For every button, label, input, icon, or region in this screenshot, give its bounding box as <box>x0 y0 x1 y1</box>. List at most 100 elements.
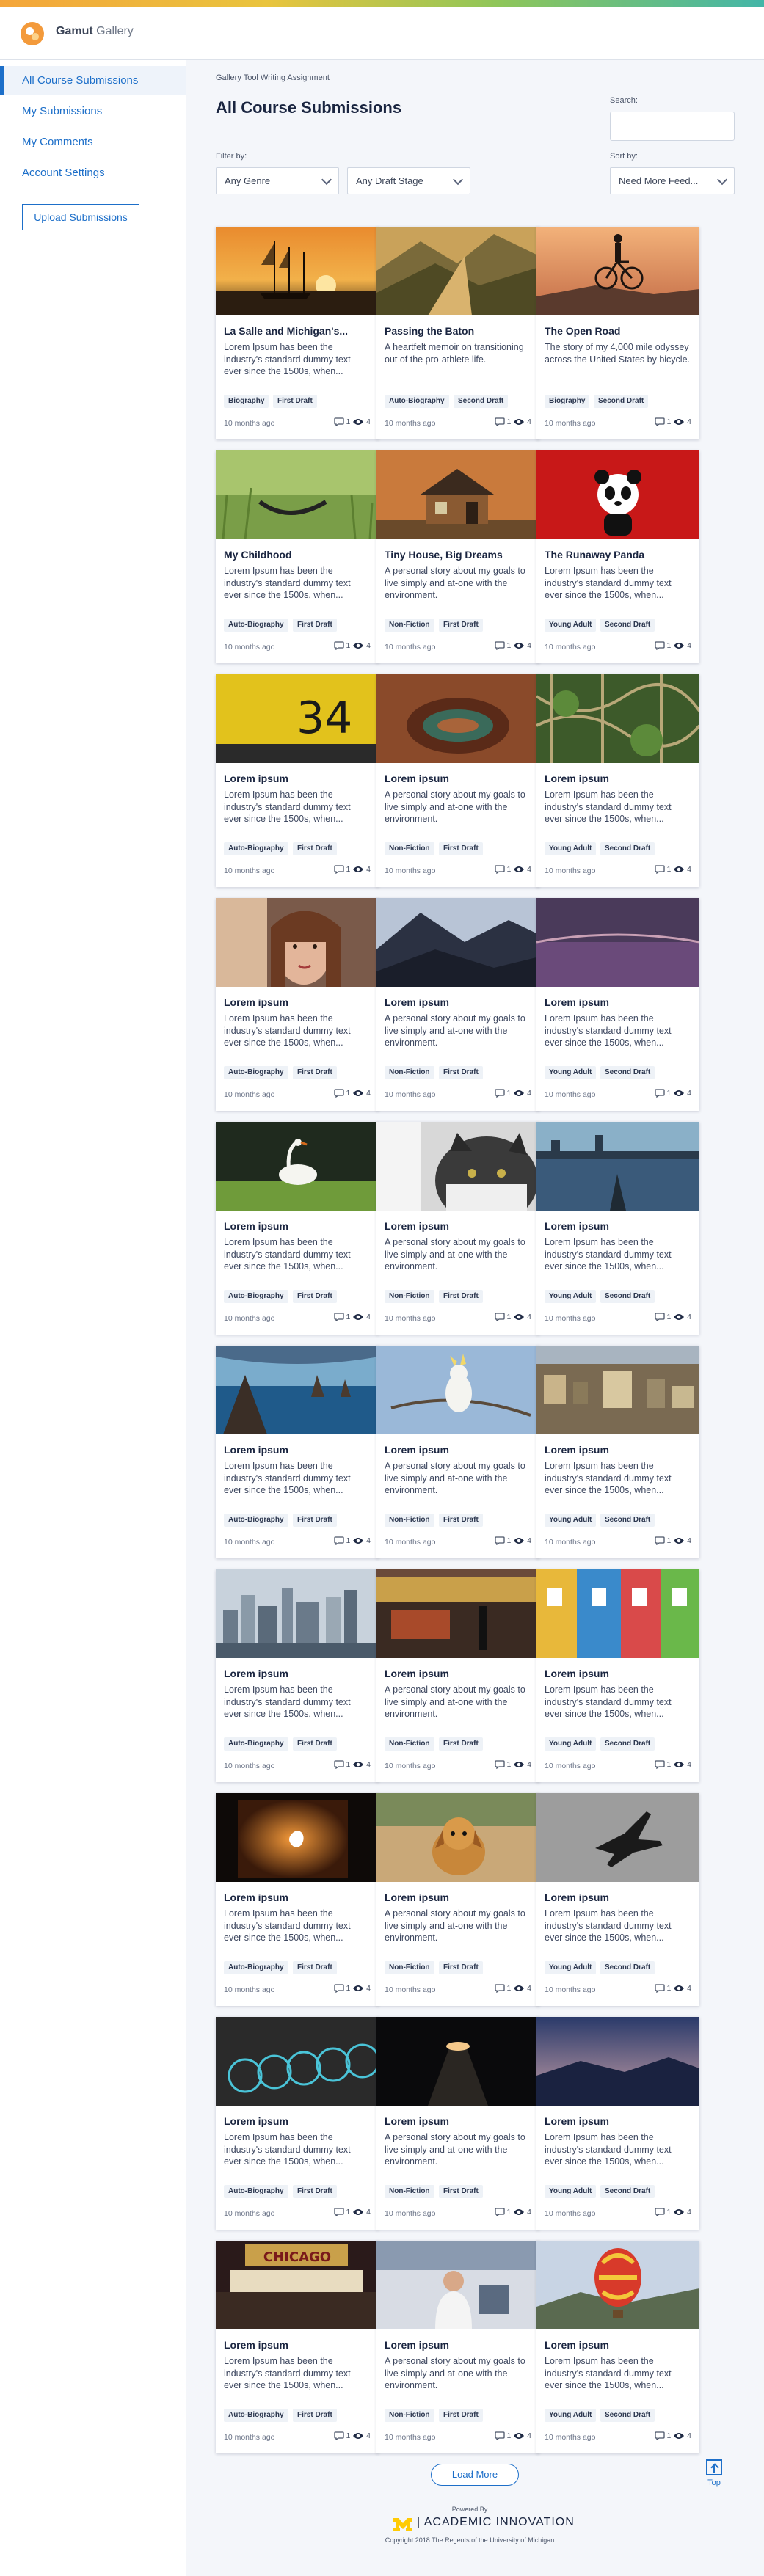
thumbnail-image[interactable] <box>536 2017 699 2106</box>
thumbnail-image[interactable] <box>376 1569 539 1658</box>
thumbnail-image[interactable] <box>216 227 379 315</box>
submission-card[interactable]: 34 Lorem ipsum Lorem Ipsum has been the in… <box>216 674 379 887</box>
thumbnail-image[interactable] <box>216 1346 379 1434</box>
submission-card[interactable]: Lorem ipsum Lorem Ipsum has been the indu… <box>216 1346 379 1558</box>
submission-card[interactable]: Lorem ipsum A personal story about my goa… <box>376 674 539 887</box>
card-title[interactable]: Lorem ipsum <box>224 2339 371 2351</box>
card-title[interactable]: Lorem ipsum <box>385 996 531 1008</box>
card-title[interactable]: La Salle and Michigan's... <box>224 325 371 337</box>
thumbnail-image[interactable] <box>536 450 699 539</box>
submission-card[interactable]: Tiny House, Big Dreams A personal story a… <box>376 450 539 663</box>
card-title[interactable]: Tiny House, Big Dreams <box>385 549 531 561</box>
sidebar-item-my-submissions[interactable]: My Submissions <box>0 97 186 126</box>
submission-card[interactable]: Lorem ipsum Lorem Ipsum has been the indu… <box>216 1122 379 1335</box>
submission-card[interactable]: Lorem ipsum A personal story about my goa… <box>376 1569 539 1782</box>
thumbnail-image[interactable] <box>376 1122 539 1211</box>
card-title[interactable]: Passing the Baton <box>385 325 531 337</box>
back-to-top-link[interactable]: Top <box>703 2459 725 2487</box>
submission-card[interactable]: Lorem ipsum A personal story about my goa… <box>376 1122 539 1335</box>
card-title[interactable]: Lorem ipsum <box>545 1220 691 1232</box>
card-title[interactable]: Lorem ipsum <box>224 1444 371 1456</box>
submission-card[interactable]: CHICAGO Lorem ipsum Lorem Ipsum has been t… <box>216 2241 379 2453</box>
submission-card[interactable]: Passing the Baton A heartfelt memoir on t… <box>376 227 539 439</box>
submission-card[interactable]: Lorem ipsum Lorem Ipsum has been the indu… <box>536 1793 699 2006</box>
card-title[interactable]: Lorem ipsum <box>385 773 531 784</box>
thumbnail-image[interactable]: CHICAGO <box>216 2241 379 2329</box>
card-title[interactable]: Lorem ipsum <box>385 1220 531 1232</box>
sidebar-item-my-comments[interactable]: My Comments <box>0 128 186 157</box>
submission-card[interactable]: Lorem ipsum Lorem Ipsum has been the indu… <box>536 1122 699 1335</box>
thumbnail-image[interactable] <box>536 1346 699 1434</box>
card-title[interactable]: Lorem ipsum <box>545 2115 691 2127</box>
thumbnail-image[interactable] <box>376 898 539 987</box>
thumbnail-image[interactable] <box>536 227 699 315</box>
submission-card[interactable]: La Salle and Michigan's... Lorem Ipsum ha… <box>216 227 379 439</box>
thumbnail-image[interactable] <box>216 450 379 539</box>
card-title[interactable]: Lorem ipsum <box>224 1220 371 1232</box>
sidebar-item-account-settings[interactable]: Account Settings <box>0 158 186 188</box>
submission-card[interactable]: Lorem ipsum Lorem Ipsum has been the indu… <box>536 1346 699 1558</box>
card-title[interactable]: The Open Road <box>545 325 691 337</box>
sidebar-item-all-submissions[interactable]: All Course Submissions <box>0 66 186 95</box>
search-input[interactable] <box>610 112 735 141</box>
submission-card[interactable]: Lorem ipsum Lorem Ipsum has been the indu… <box>536 1569 699 1782</box>
thumbnail-image[interactable] <box>376 674 539 763</box>
thumbnail-image[interactable] <box>216 898 379 987</box>
draft-stage-select[interactable]: Any Draft Stage <box>347 167 470 194</box>
submission-card[interactable]: Lorem ipsum Lorem Ipsum has been the indu… <box>536 898 699 1111</box>
card-title[interactable]: The Runaway Panda <box>545 549 691 561</box>
thumbnail-image[interactable] <box>216 1793 379 1882</box>
card-title[interactable]: Lorem ipsum <box>545 1668 691 1679</box>
gamut-logo-icon[interactable] <box>21 22 44 45</box>
card-title[interactable]: Lorem ipsum <box>224 1668 371 1679</box>
card-title[interactable]: Lorem ipsum <box>385 1444 531 1456</box>
thumbnail-image[interactable] <box>376 450 539 539</box>
submission-card[interactable]: Lorem ipsum A personal story about my goa… <box>376 1793 539 2006</box>
submission-card[interactable]: My Childhood Lorem Ipsum has been the ind… <box>216 450 379 663</box>
card-title[interactable]: Lorem ipsum <box>385 2339 531 2351</box>
thumbnail-image[interactable] <box>536 1793 699 1882</box>
submission-card[interactable]: Lorem ipsum Lorem Ipsum has been the indu… <box>536 2241 699 2453</box>
card-title[interactable]: Lorem ipsum <box>224 996 371 1008</box>
genre-select[interactable]: Any Genre <box>216 167 339 194</box>
thumbnail-image[interactable] <box>376 227 539 315</box>
sort-select[interactable]: Need More Feed... <box>610 167 735 194</box>
thumbnail-image[interactable] <box>536 898 699 987</box>
thumbnail-image[interactable]: 34 <box>216 674 379 763</box>
thumbnail-image[interactable] <box>216 1122 379 1211</box>
card-title[interactable]: Lorem ipsum <box>224 2115 371 2127</box>
thumbnail-image[interactable] <box>376 1346 539 1434</box>
load-more-button[interactable]: Load More <box>431 2464 519 2486</box>
submission-card[interactable]: Lorem ipsum Lorem Ipsum has been the indu… <box>216 1569 379 1782</box>
card-title[interactable]: Lorem ipsum <box>385 1891 531 1903</box>
card-title[interactable]: Lorem ipsum <box>545 996 691 1008</box>
submission-card[interactable]: Lorem ipsum A personal story about my goa… <box>376 2017 539 2230</box>
upload-submissions-button[interactable]: Upload Submissions <box>22 204 139 230</box>
card-title[interactable]: Lorem ipsum <box>224 1891 371 1903</box>
thumbnail-image[interactable] <box>216 1569 379 1658</box>
thumbnail-image[interactable] <box>216 2017 379 2106</box>
submission-card[interactable]: Lorem ipsum Lorem Ipsum has been the indu… <box>216 2017 379 2230</box>
submission-card[interactable]: Lorem ipsum Lorem Ipsum has been the indu… <box>536 674 699 887</box>
card-title[interactable]: Lorem ipsum <box>385 1668 531 1679</box>
card-title[interactable]: Lorem ipsum <box>545 1444 691 1456</box>
submission-card[interactable]: Lorem ipsum A personal story about my goa… <box>376 2241 539 2453</box>
submission-card[interactable]: Lorem ipsum Lorem Ipsum has been the indu… <box>536 2017 699 2230</box>
submission-card[interactable]: Lorem ipsum A personal story about my goa… <box>376 898 539 1111</box>
submission-card[interactable]: Lorem ipsum Lorem Ipsum has been the indu… <box>216 898 379 1111</box>
thumbnail-image[interactable] <box>536 2241 699 2329</box>
card-title[interactable]: My Childhood <box>224 549 371 561</box>
card-title[interactable]: Lorem ipsum <box>224 773 371 784</box>
card-title[interactable]: Lorem ipsum <box>545 2339 691 2351</box>
card-title[interactable]: Lorem ipsum <box>545 773 691 784</box>
thumbnail-image[interactable] <box>536 674 699 763</box>
thumbnail-image[interactable] <box>536 1122 699 1211</box>
submission-card[interactable]: Lorem ipsum Lorem Ipsum has been the indu… <box>216 1793 379 2006</box>
thumbnail-image[interactable] <box>376 1793 539 1882</box>
submission-card[interactable]: The Runaway Panda Lorem Ipsum has been th… <box>536 450 699 663</box>
card-title[interactable]: Lorem ipsum <box>385 2115 531 2127</box>
brand-name[interactable]: Gamut Gallery <box>56 25 134 38</box>
thumbnail-image[interactable] <box>376 2241 539 2329</box>
thumbnail-image[interactable] <box>376 2017 539 2106</box>
submission-card[interactable]: Lorem ipsum A personal story about my goa… <box>376 1346 539 1558</box>
